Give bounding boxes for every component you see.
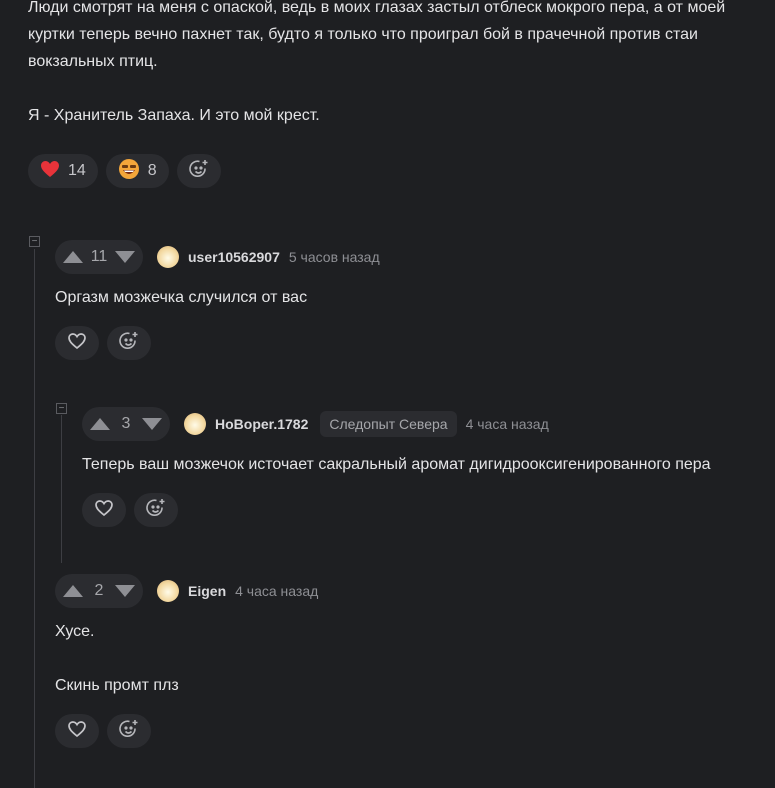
- comment-header: 2 Eigen 4 часа назад: [55, 574, 318, 608]
- add-reaction-button[interactable]: [176, 154, 221, 188]
- downvote-icon[interactable]: [142, 418, 162, 430]
- grinning-face-icon: [118, 158, 140, 185]
- vote-control: 11: [55, 240, 143, 274]
- post-paragraph: Люди смотрят на меня с опаской, ведь в м…: [28, 0, 726, 70]
- reaction-grinning-button[interactable]: 8: [105, 154, 169, 188]
- like-button[interactable]: [55, 326, 99, 360]
- collapse-thread-button[interactable]: −: [56, 403, 67, 414]
- add-emoji-icon: [118, 330, 140, 357]
- like-button[interactable]: [55, 714, 99, 748]
- username[interactable]: Eigen: [188, 583, 226, 599]
- comment: 11 user10562907 5 часов назад Оргазм моз…: [55, 240, 380, 360]
- heart-outline-icon: [94, 499, 114, 522]
- upvote-icon[interactable]: [63, 251, 83, 263]
- add-emoji-icon: [118, 718, 140, 745]
- upvote-icon[interactable]: [63, 585, 83, 597]
- add-emoji-icon: [145, 497, 167, 524]
- comment-paragraph: Скинь промт плз: [55, 677, 179, 694]
- comment-text: Теперь ваш мозжечок источает сакральный …: [82, 451, 711, 478]
- comment-paragraph: Теперь ваш мозжечок источает сакральный …: [82, 456, 711, 473]
- collapse-thread-button[interactable]: −: [29, 236, 40, 247]
- username[interactable]: user10562907: [188, 249, 280, 265]
- heart-icon: [40, 160, 60, 183]
- comment-text: Хусе. Скинь промт плз: [55, 618, 318, 699]
- comment-actions: [82, 493, 711, 527]
- comment-time[interactable]: 4 часа назад: [235, 583, 318, 599]
- reaction-heart-button[interactable]: 14: [28, 154, 98, 188]
- thread-line[interactable]: [34, 249, 35, 788]
- username[interactable]: HoBoper.1782: [215, 416, 308, 432]
- comment-paragraph: Хусе.: [55, 623, 95, 640]
- post-body: Люди смотрят на меня с опаской, ведь в м…: [28, 0, 748, 129]
- post-paragraph: Я - Хранитель Запаха. И это мой крест.: [28, 107, 320, 124]
- post-reactions: 14 8: [28, 154, 221, 188]
- vote-count: 3: [121, 415, 131, 432]
- heart-outline-icon: [67, 720, 87, 743]
- comment-actions: [55, 714, 318, 748]
- comment-time[interactable]: 4 часа назад: [466, 416, 549, 432]
- comment-header: 11 user10562907 5 часов назад: [55, 240, 380, 274]
- comment-paragraph: Оргазм мозжечка случился от вас: [55, 289, 308, 306]
- vote-count: 2: [94, 582, 104, 599]
- reaction-count: 14: [68, 162, 86, 179]
- downvote-icon[interactable]: [115, 585, 135, 597]
- add-reaction-button[interactable]: [107, 714, 151, 748]
- thread-line[interactable]: [61, 415, 62, 563]
- reaction-count: 8: [147, 162, 157, 179]
- like-button[interactable]: [82, 493, 126, 527]
- comment-text: Оргазм мозжечка случился от вас: [55, 284, 380, 311]
- comment-time[interactable]: 5 часов назад: [289, 249, 380, 265]
- downvote-icon[interactable]: [115, 251, 135, 263]
- avatar[interactable]: [184, 413, 206, 435]
- comment: 3 HoBoper.1782 Следопыт Севера 4 часа на…: [82, 407, 711, 527]
- vote-control: 3: [82, 407, 170, 441]
- comment: 2 Eigen 4 часа назад Хусе. Скинь промт п…: [55, 574, 318, 748]
- avatar[interactable]: [157, 246, 179, 268]
- add-reaction-button[interactable]: [107, 326, 151, 360]
- user-badge: Следопыт Севера: [320, 411, 457, 437]
- avatar[interactable]: [157, 580, 179, 602]
- add-emoji-icon: [188, 158, 210, 185]
- add-reaction-button[interactable]: [134, 493, 178, 527]
- heart-outline-icon: [67, 332, 87, 355]
- comment-actions: [55, 326, 380, 360]
- vote-count: 11: [90, 248, 108, 265]
- upvote-icon[interactable]: [90, 418, 110, 430]
- comment-header: 3 HoBoper.1782 Следопыт Севера 4 часа на…: [82, 407, 711, 441]
- vote-control: 2: [55, 574, 143, 608]
